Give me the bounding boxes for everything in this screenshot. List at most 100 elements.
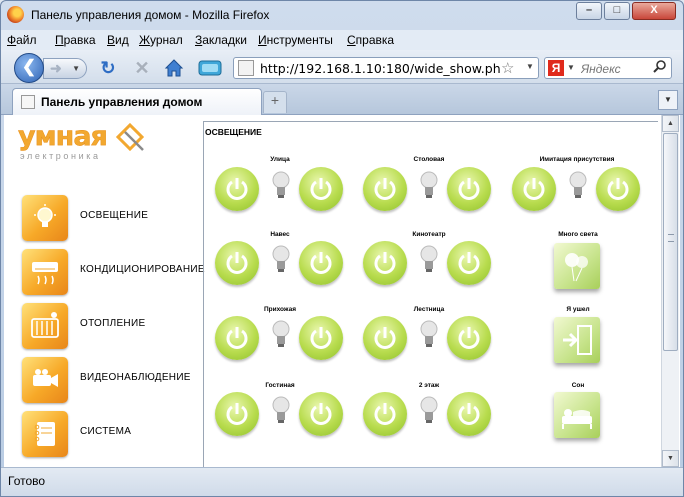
scroll-down-icon[interactable]: ▼ [662, 450, 679, 467]
room-label: Имитация присутствия [539, 156, 615, 163]
sidebar-item-air-conditioning[interactable]: КОНДИЦИОНИРОВАНИЕ [22, 249, 205, 297]
sleep-bed-icon [562, 409, 592, 429]
reload-icon[interactable]: ↻ [97, 57, 119, 79]
minimize-button[interactable]: – [576, 2, 602, 20]
room-label: Столовая [413, 156, 445, 163]
logo-word: умная [18, 121, 108, 153]
light-on-button[interactable] [596, 167, 640, 211]
light-on-button[interactable] [447, 241, 491, 285]
light-on-button[interactable] [447, 167, 491, 211]
exit-door-icon [563, 325, 592, 355]
scene-much-light-button[interactable] [554, 243, 600, 289]
back-button[interactable]: ❮ [14, 53, 44, 83]
light-off-button[interactable] [363, 316, 407, 360]
light-off-button[interactable] [215, 241, 259, 285]
window-title: Панель управления домом - Mozilla Firefo… [31, 8, 270, 22]
light-off-button[interactable] [215, 392, 259, 436]
sidebar-item-heating[interactable]: ОТОПЛЕНИЕ [22, 303, 202, 351]
forward-button[interactable]: ➜ ▼ [43, 58, 87, 79]
url-dropdown-icon[interactable]: ▼ [526, 62, 534, 71]
light-off-button[interactable] [363, 392, 407, 436]
yandex-logo-icon[interactable]: Я [548, 60, 564, 76]
light-on-button[interactable] [447, 392, 491, 436]
light-on-button[interactable] [299, 167, 343, 211]
tab-active[interactable]: Панель управления домом [12, 88, 262, 115]
menu-edit[interactable]: Правка [55, 33, 96, 47]
search-input[interactable] [581, 62, 651, 76]
star-icon[interactable]: ☆ [501, 59, 514, 77]
maximize-icon: □ [613, 4, 621, 16]
back-icon: ❮ [21, 57, 37, 76]
air-conditioner-icon [22, 249, 68, 295]
url-text[interactable]: http://192.168.1.10:180/wide_show.php?pa… [260, 61, 500, 76]
home-icon[interactable] [163, 57, 185, 79]
heater-icon [22, 303, 68, 349]
room-label: Навес [270, 231, 290, 238]
scene-label: Много света [558, 231, 598, 238]
lightbulb-off-icon [272, 396, 290, 423]
new-tab-button[interactable]: + [263, 91, 287, 113]
panel-top-border [203, 121, 658, 122]
room-label: Улица [270, 156, 290, 163]
lightbulb-off-icon [272, 320, 290, 347]
history-dropdown-icon[interactable]: ▼ [72, 64, 80, 73]
search-engine-dropdown-icon[interactable]: ▼ [567, 63, 575, 72]
power-icon [458, 252, 480, 274]
settings-notebook-icon [22, 411, 68, 457]
light-off-button[interactable] [215, 167, 259, 211]
search-icon[interactable] [653, 59, 667, 76]
power-icon [458, 178, 480, 200]
close-button[interactable]: X [632, 2, 676, 20]
scrollbar-thumb[interactable] [663, 133, 678, 351]
address-bar[interactable]: http://192.168.1.10:180/wide_show.php?pa… [233, 57, 539, 79]
light-off-button[interactable] [215, 316, 259, 360]
menu-file[interactable]: Файл [7, 33, 37, 47]
search-box[interactable]: Я ▼ [544, 57, 672, 79]
title-bar: Панель управления домом - Mozilla Firefo… [1, 1, 683, 29]
light-on-button[interactable] [299, 241, 343, 285]
maximize-button[interactable]: □ [604, 2, 630, 20]
power-icon [374, 403, 396, 425]
power-icon [226, 252, 248, 274]
room-label: Прихожая [263, 306, 297, 313]
logo-subtitle: электроника [20, 151, 101, 161]
light-off-button[interactable] [363, 241, 407, 285]
tab-label: Панель управления домом [41, 95, 203, 109]
menu-history[interactable]: Журнал [139, 33, 183, 47]
menu-bar: Файл Правка Вид Журнал Закладки Инструме… [1, 30, 683, 50]
tab-favicon-icon [21, 95, 35, 109]
sidebar-item-lighting[interactable]: ОСВЕЩЕНИЕ [22, 195, 202, 243]
panel-divider [203, 121, 204, 467]
tab-list-dropdown-icon[interactable]: ▼ [658, 90, 678, 110]
light-on-button[interactable] [447, 316, 491, 360]
lightbulb-off-icon [420, 245, 438, 272]
section-title: ОСВЕЩЕНИЕ [205, 127, 262, 137]
stop-icon[interactable]: ✕ [131, 57, 153, 79]
light-on-button[interactable] [299, 392, 343, 436]
scroll-up-icon[interactable]: ▲ [662, 115, 679, 132]
scene-sleep-button[interactable] [554, 392, 600, 438]
lightbulb-off-icon [420, 396, 438, 423]
light-off-button[interactable] [363, 167, 407, 211]
light-on-button[interactable] [299, 316, 343, 360]
sidebar-item-system[interactable]: СИСТЕМА [22, 411, 202, 459]
sync-icon[interactable] [197, 57, 222, 79]
vertical-scrollbar[interactable]: ▲ ▼ [661, 115, 679, 467]
room-label: 2 этаж [418, 382, 440, 389]
sidebar-item-video-surveillance[interactable]: ВИДЕОНАБЛЮДЕНИЕ [22, 357, 202, 405]
power-icon [458, 327, 480, 349]
balloons-icon [565, 253, 588, 282]
power-icon [523, 178, 545, 200]
room-label: Гостиная [265, 382, 295, 389]
room-label: Кинотеатр [412, 231, 446, 238]
menu-view[interactable]: Вид [107, 33, 129, 47]
company-logo: умная электроника [18, 121, 148, 166]
sidebar-item-label: ОТОПЛЕНИЕ [80, 318, 146, 329]
menu-bookmarks[interactable]: Закладки [195, 33, 247, 47]
light-off-button[interactable] [512, 167, 556, 211]
menu-tools[interactable]: Инструменты [258, 33, 333, 47]
browser-window: Панель управления домом - Mozilla Firefo… [0, 0, 684, 497]
page-favicon-icon [238, 60, 254, 76]
menu-help[interactable]: Справка [347, 33, 394, 47]
scene-left-home-button[interactable] [554, 317, 600, 363]
